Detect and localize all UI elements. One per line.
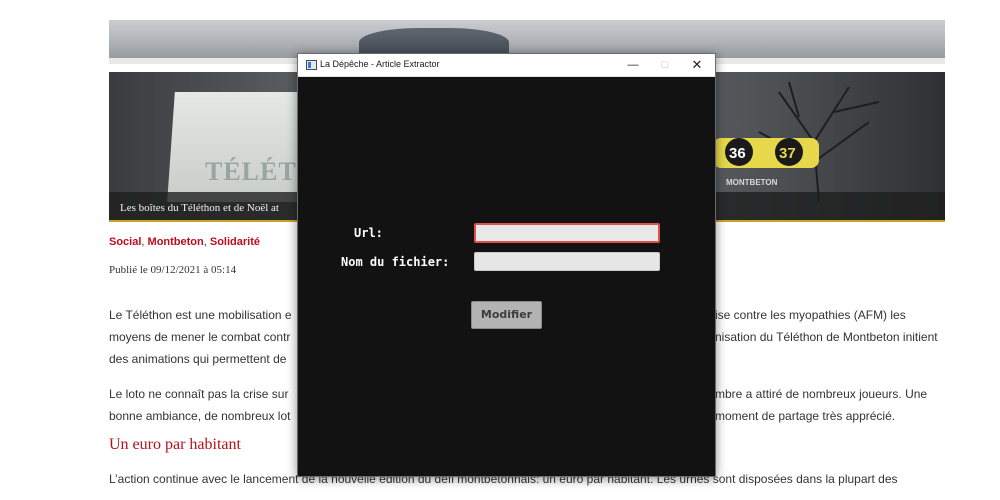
- paragraph2-line1-right: mbre a attiré de nombreux joueurs. Une: [715, 387, 928, 401]
- tag-social[interactable]: Social: [109, 236, 141, 248]
- article-extractor-window: La Dépêche - Article Extractor — □ ✕ Url…: [297, 53, 716, 477]
- window-title: La Dépêche - Article Extractor: [320, 59, 440, 69]
- close-button[interactable]: ✕: [681, 54, 713, 76]
- maximize-button[interactable]: □: [649, 54, 681, 76]
- section-subheading: Un euro par habitant: [109, 436, 241, 453]
- svg-text:37: 37: [779, 145, 796, 162]
- article-tags: Social, Montbeton, Solidarité: [109, 236, 260, 248]
- svg-text:36: 36: [729, 145, 746, 162]
- minimize-button[interactable]: —: [617, 54, 649, 76]
- tag-montbeton[interactable]: Montbeton: [148, 236, 204, 248]
- paragraph1-line1-left: Le Téléthon est une mobilisation e: [109, 308, 292, 322]
- glasses-illustration: 36 37: [713, 138, 819, 168]
- modify-button[interactable]: Modifier: [471, 301, 542, 329]
- paragraph1-line1-right: ise contre les myopathies (AFM) les: [715, 308, 906, 322]
- app-window-icon: [306, 60, 317, 70]
- url-input[interactable]: [474, 223, 660, 243]
- publish-date: Publié le 09/12/2021 à 05:14: [109, 264, 237, 276]
- paragraph2-line1-left: Le loto ne connaît pas la crise sur: [109, 387, 289, 401]
- paragraph2-line2-right: moment de partage très apprécié.: [715, 409, 896, 423]
- filename-label: Nom du fichier:: [341, 255, 450, 269]
- url-label: Url:: [354, 226, 383, 240]
- tag-solidarite[interactable]: Solidarité: [210, 236, 260, 248]
- paragraph1-line2-left: moyens de mener le combat contr: [109, 330, 291, 344]
- window-titlebar[interactable]: La Dépêche - Article Extractor — □ ✕: [298, 54, 715, 77]
- paragraph2-line2-left: bonne ambiance, de nombreux lot: [109, 409, 291, 423]
- paragraph1-line2-right: nisation du Téléthon de Montbeton initie…: [715, 330, 938, 344]
- filename-input[interactable]: [474, 252, 660, 271]
- paragraph1-line3-left: des animations qui permettent de: [109, 352, 287, 366]
- image-caption: Les boîtes du Téléthon et de Noël at: [120, 202, 279, 214]
- hero-logo-text: MONTBETON: [726, 178, 778, 187]
